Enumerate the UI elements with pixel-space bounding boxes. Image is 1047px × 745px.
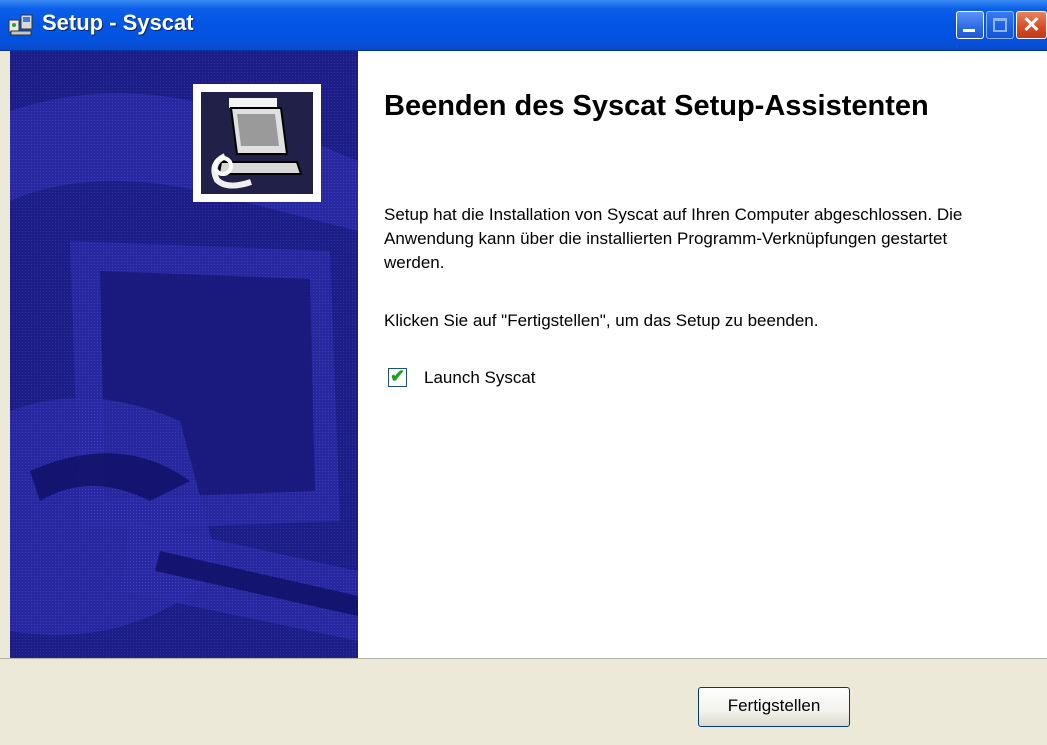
completion-message: Setup hat die Installation von Syscat au…	[384, 205, 963, 272]
logo-background	[201, 92, 313, 194]
maximize-button	[986, 11, 1014, 39]
maximize-icon	[993, 18, 1007, 32]
title-bar[interactable]: Setup - Syscat ✕	[0, 0, 1047, 51]
finish-instruction: Klicken Sie auf "Fertigstellen", um das …	[384, 311, 819, 330]
close-button[interactable]: ✕	[1016, 11, 1047, 39]
finish-button[interactable]: Fertigstellen	[698, 687, 850, 727]
checkmark-icon: ✔	[390, 366, 406, 386]
setup-window: Setup - Syscat ✕ Beenden des Syscat Setu…	[0, 0, 1047, 745]
minimize-icon	[963, 29, 975, 32]
wizard-footer: Fertigstellen	[0, 658, 1047, 745]
installer-icon	[8, 14, 33, 36]
launch-checkbox-label[interactable]: Launch Syscat	[424, 367, 536, 389]
window-title: Setup - Syscat	[42, 10, 194, 35]
wizard-content: Beenden des Syscat Setup-Assistenten Set…	[358, 51, 1047, 658]
minimize-button[interactable]	[956, 11, 984, 39]
setup-logo	[193, 84, 321, 202]
page-title: Beenden des Syscat Setup-Assistenten	[384, 90, 929, 122]
close-icon: ✕	[1022, 12, 1041, 37]
computer-install-icon	[201, 92, 313, 194]
launch-checkbox[interactable]: ✔	[388, 366, 407, 387]
